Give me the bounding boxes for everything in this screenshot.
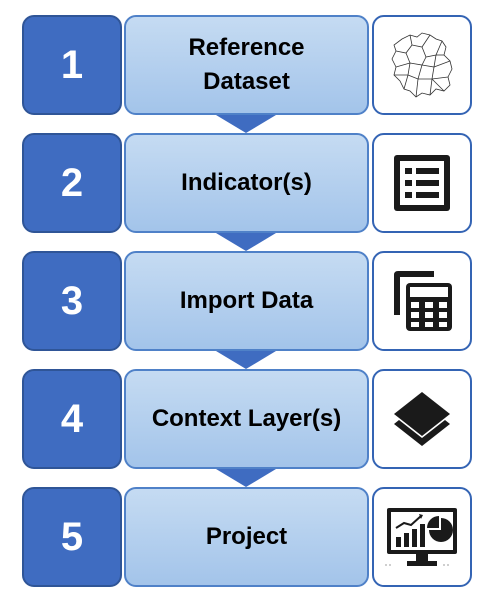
step-number: 3 xyxy=(60,278,84,323)
step-label-box: Reference Dataset xyxy=(124,15,369,115)
step-icon-box xyxy=(372,251,472,351)
step-icon-box xyxy=(372,487,472,587)
calculator-icon xyxy=(394,271,452,331)
step-label: Project xyxy=(205,523,288,551)
step-label: Reference Dataset xyxy=(188,34,305,95)
map-outline-icon xyxy=(391,32,453,98)
arrow-down-icon xyxy=(216,115,276,133)
step-number: 2 xyxy=(60,160,84,205)
step-label: Import Data xyxy=(179,287,314,315)
step-5: 5 Project xyxy=(0,487,498,589)
step-3: 3 Import Data xyxy=(0,251,498,369)
arrow-down-icon xyxy=(216,469,276,487)
step-icon-box xyxy=(372,369,472,469)
step-number-box: 4 xyxy=(22,369,122,469)
step-icon-box xyxy=(372,15,472,115)
step-label: Indicator(s) xyxy=(181,169,312,197)
step-label-box: Context Layer(s) xyxy=(124,369,369,469)
list-icon xyxy=(394,155,450,211)
arrow-down-icon xyxy=(216,233,276,251)
step-label-box: Import Data xyxy=(124,251,369,351)
step-number-box: 1 xyxy=(22,15,122,115)
step-number: 1 xyxy=(60,42,84,87)
step-label-box: Project xyxy=(124,487,369,587)
step-label-box: Indicator(s) xyxy=(124,133,369,233)
step-number: 4 xyxy=(60,396,84,441)
layers-icon xyxy=(394,392,450,446)
step-4: 4 Context Layer(s) xyxy=(0,369,498,487)
step-1: 1 Reference Dataset xyxy=(0,15,498,133)
step-2: 2 Indicator(s) xyxy=(0,133,498,251)
step-icon-box xyxy=(372,133,472,233)
step-label: Context Layer(s) xyxy=(151,405,342,433)
step-number-box: 2 xyxy=(22,133,122,233)
dashboard-monitor-icon xyxy=(385,508,457,566)
step-number: 5 xyxy=(60,514,84,559)
step-number-box: 3 xyxy=(22,251,122,351)
arrow-down-icon xyxy=(216,351,276,369)
step-number-box: 5 xyxy=(22,487,122,587)
